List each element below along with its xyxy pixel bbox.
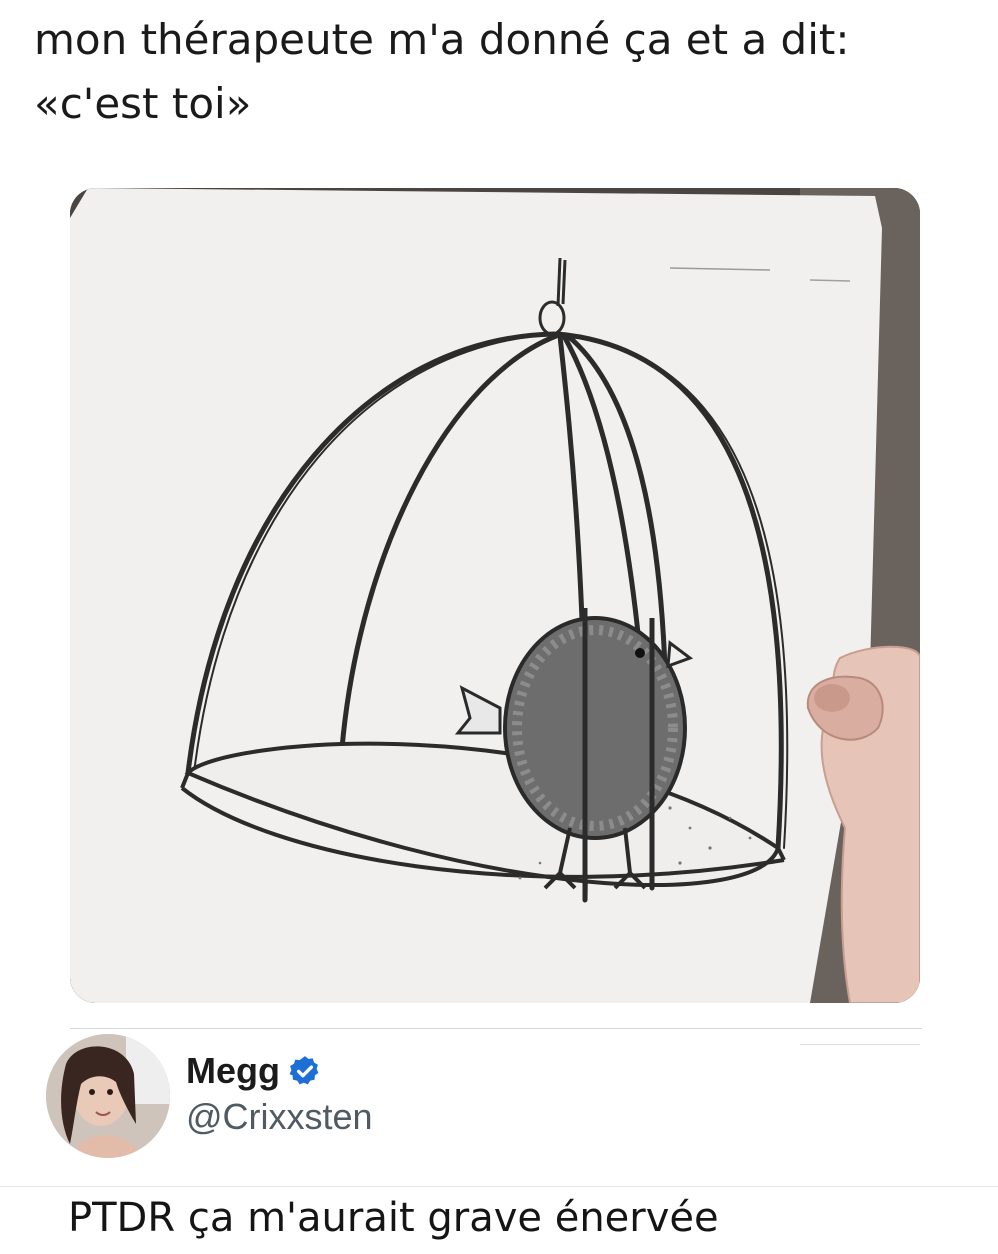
divider	[70, 1028, 922, 1029]
post-caption-line-2: «c'est toi»	[34, 79, 252, 128]
avatar-image	[46, 1034, 170, 1158]
post-caption: mon thérapeute m'a donné ça et a dit: «c…	[34, 8, 964, 136]
avatar[interactable]	[46, 1034, 170, 1158]
display-name[interactable]: Megg	[186, 1050, 280, 1092]
verified-badge-icon	[289, 1056, 319, 1085]
post-photo[interactable]	[70, 188, 920, 1003]
author-name-row: Megg	[186, 1046, 322, 1096]
paper-sheet	[70, 188, 882, 1003]
author-handle[interactable]: @Crixxsten	[186, 1096, 373, 1138]
post-caption-line-1: mon thérapeute m'a donné ça et a dit:	[34, 15, 850, 64]
divider-stub	[800, 1044, 920, 1045]
reply-divider	[0, 1186, 998, 1187]
reply-text: PTDR ça m'aurait grave énervée	[68, 1195, 719, 1241]
caged-bird-drawing	[70, 188, 920, 1003]
